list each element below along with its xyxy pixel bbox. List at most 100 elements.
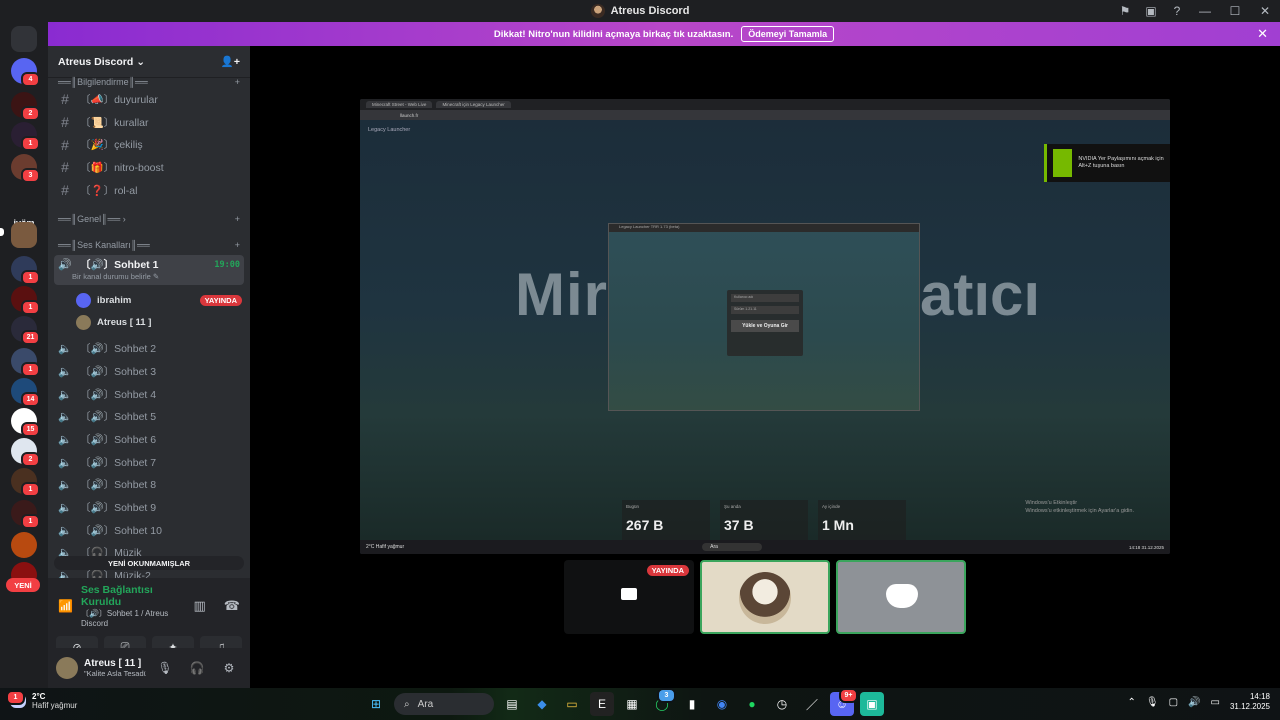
flag-icon[interactable]: ⚑ [1112,0,1138,22]
app-icon[interactable]: ◆ [530,692,554,716]
new-unread-bar[interactable]: YENİ OKUNMAMIŞLAR [54,556,244,570]
complete-payment-button[interactable]: Ödemeyi Tamamla [741,26,835,42]
taskbar-clock[interactable]: 14:18 31.12.2025 [1230,692,1270,712]
task-view-icon[interactable]: ▤ [500,692,524,716]
voice-user[interactable]: ibrahim YAYINDA [48,289,250,311]
app-icon[interactable]: ◷ [770,692,794,716]
server-icon[interactable]: 1 [11,468,40,497]
hero-text-left: Mir [515,261,608,328]
channel-cekilis[interactable]: # 〔🎉〕çekiliş [48,133,250,156]
voice-connected-text[interactable]: Ses Bağlantısı Kuruldu [81,584,186,608]
headphones-icon[interactable]: 🎧 [184,661,210,675]
voice-channel-sohbet-1[interactable]: 🔊 〔🔊〕Sohbet 1 19:00 Bir kanal durumu bel… [54,255,244,286]
voice-channel[interactable]: 🔈 〔🔊〕Sohbet 7 [48,451,250,474]
server-icon[interactable]: 1 [11,122,40,151]
microphone-icon[interactable]: 🎙 [152,661,178,675]
banner-close-icon[interactable]: ✕ [1257,26,1268,42]
stream-thumbnail[interactable]: YAYINDA [564,560,694,634]
server-avatar-icon [590,4,605,18]
gear-icon[interactable]: ⚙ [216,661,242,675]
chrome-icon[interactable]: ◉ [710,692,734,716]
voice-channel[interactable]: 🔈 〔🔊〕Sohbet 9 [48,496,250,519]
channel-rol-al[interactable]: # 〔❓〕rol-al [48,179,250,202]
minimize-button[interactable]: — [1190,0,1220,22]
speaker-icon: 🔈 [58,411,72,424]
signal-icon[interactable]: 📶 [58,599,73,613]
screen-share-view[interactable]: Minecraft Street - Web Live Minecraft iç… [360,99,1170,554]
disconnect-icon[interactable]: ☎ [224,598,240,614]
volume-icon[interactable]: 🔊 [1188,697,1200,708]
add-member-icon[interactable]: 👤+ [221,55,240,68]
battery-icon[interactable]: ▭ [1211,697,1220,708]
file-explorer-icon[interactable]: ▭ [560,692,584,716]
channel-kurallar[interactable]: # 〔📜〕kurallar [48,111,250,134]
add-channel-icon[interactable]: + [235,240,240,250]
speaker-icon: 🔈 [58,388,72,401]
hash-icon: # [61,114,69,131]
voice-channel[interactable]: 🔈 〔🔊〕Sohbet 2 [48,337,250,360]
voice-channel[interactable]: 🔈 〔🔊〕Sohbet 4 [48,383,250,406]
server-icon[interactable]: 1 [11,256,40,285]
epic-games-icon[interactable]: E [590,692,614,716]
category-info[interactable]: ══║Bilgilendirme║══ + [48,76,250,88]
participant-tile-atreus[interactable] [700,560,830,634]
server-icon[interactable]: 4 [11,58,40,87]
server-icon[interactable]: 1 [11,348,40,377]
discord-taskbar-icon[interactable]: ☺ 9+ [830,688,858,716]
spotify-icon[interactable]: ● [740,692,764,716]
add-channel-icon[interactable]: + [235,214,240,224]
windows-start-icon[interactable]: ⊞ [364,692,388,716]
voice-user[interactable]: Atreus [ 11 ] [48,311,250,333]
display-icon[interactable]: ▢ [1169,697,1178,708]
voice-channel[interactable]: 🔈 〔🔊〕Sohbet 3 [48,360,250,383]
voice-channel[interactable]: 🔈 〔🔊〕Sohbet 5 [48,406,250,429]
server-icon[interactable]: 14 [11,378,40,407]
discord-home-icon[interactable] [11,26,37,52]
server-icon[interactable]: 2 [11,92,40,121]
server-icon[interactable] [11,532,37,558]
maximize-button[interactable]: ☐ [1220,0,1250,22]
server-icon[interactable]: 2 [11,438,40,467]
server-icon[interactable]: 1 [11,500,40,529]
app-icon[interactable]: ▣ [860,692,884,716]
voice-channel-path[interactable]: 〔🔊〕Sohbet 1 / Atreus Discord [81,608,186,628]
taskbar-search[interactable]: ⌕ Ara [394,693,494,715]
channel-duyurular[interactable]: # 〔📣〕duyurular [48,88,250,111]
chevron-up-icon[interactable]: ⌃ [1128,697,1136,708]
speaker-icon: 🔈 [58,479,72,492]
inbox-icon[interactable]: ▣ [1138,0,1164,22]
server-icon[interactable]: 21 [11,316,40,345]
server-icon[interactable]: 1 [11,286,40,315]
help-icon[interactable]: ? [1164,0,1190,22]
launcher-scene: Legacy Launcher Mir atıcı NVIDIA Yer Pay… [360,120,1170,540]
app-icon[interactable]: ▮ [680,692,704,716]
server-icon[interactable]: 15 [11,408,40,437]
guild-header[interactable]: Atreus Discord ⌄ 👤+ [48,46,250,78]
server-icon[interactable]: 3 [11,154,40,183]
chevron-down-icon: ⌄ [136,55,146,68]
voice-channel[interactable]: 🔈 〔🔊〕Sohbet 6 [48,428,250,451]
add-channel-icon[interactable]: + [235,77,240,87]
avatar[interactable] [56,657,78,679]
server-rail: 4 2 1 3 ivöm 1 1 21 1 14 15 2 1 1 YENİ [0,22,48,688]
pen-icon[interactable]: ／ [800,692,824,716]
noise-suppression-icon[interactable]: ▥ [194,598,206,614]
close-window-button[interactable]: ✕ [1250,0,1280,22]
new-unread-pill[interactable]: YENİ [6,578,40,592]
speaker-icon: 🔈 [58,434,72,447]
category-voice[interactable]: ══║Ses Kanalları║══ + [48,235,250,255]
voice-timer: 19:00 [214,259,240,270]
store-icon[interactable]: ▦ [620,692,644,716]
voice-channel[interactable]: 🔈 〔🔊〕Sohbet 8 [48,474,250,497]
username[interactable]: Atreus [ 11 ] [84,658,146,669]
microphone-icon[interactable]: 🎙 [1146,697,1159,708]
whatsapp-icon[interactable]: ◯ 3 [650,688,676,716]
server-icon-atreus[interactable] [11,222,37,248]
category-general[interactable]: ══║Genel║══ › + [48,209,250,229]
voice-channel[interactable]: 🔈 〔🔊〕Sohbet 10 [48,519,250,542]
voice-panel: 📶 Ses Bağlantısı Kuruldu 〔🔊〕Sohbet 1 / A… [48,578,250,688]
channel-nitro-boost[interactable]: # 〔🎁〕nitro-boost [48,156,250,179]
weather-widget[interactable]: 1 2°C Hafif yağmur [6,690,77,710]
participant-tile-ibrahim[interactable] [836,560,966,634]
live-badge: YAYINDA [199,294,242,306]
